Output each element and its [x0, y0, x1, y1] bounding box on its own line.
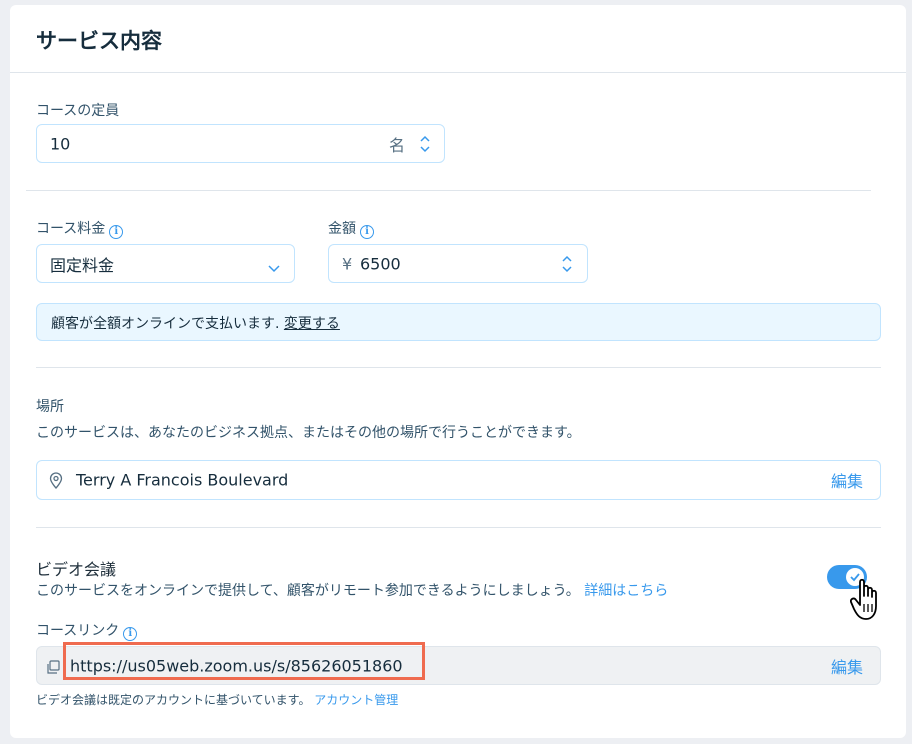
course-fee-label-text: コース料金 [36, 221, 106, 237]
page-title: サービス内容 [36, 29, 162, 53]
hand-cursor-icon [849, 574, 888, 628]
change-payment-link[interactable]: 変更する [284, 316, 340, 332]
divider [36, 367, 881, 368]
location-address: Terry A Francois Boulevard [76, 470, 289, 490]
payment-notice-text: 顧客が全額オンラインで支払います. [51, 316, 280, 332]
video-conference-title: ビデオ会議 [36, 560, 117, 579]
location-pin-icon [49, 472, 63, 493]
payment-notice: 顧客が全額オンラインで支払います. 変更する [36, 303, 881, 341]
info-icon[interactable]: i [123, 627, 138, 641]
chevron-down-icon [268, 258, 280, 277]
divider [26, 190, 871, 191]
amount-label-text: 金額 [328, 221, 356, 237]
course-link-label-text: コースリンク [36, 623, 120, 639]
footnote-text: ビデオ会議は既定のアカウントに基づいています。 [36, 693, 311, 707]
highlight-box [63, 642, 425, 680]
capacity-input[interactable]: 10 名 [36, 124, 445, 163]
video-conference-description: このサービスをオンラインで提供して、顧客がリモート参加できるようにしましょう。 … [36, 580, 668, 600]
card-header: サービス内容 [10, 5, 906, 73]
currency-symbol: ¥ [342, 254, 353, 273]
capacity-stepper-icon[interactable] [419, 133, 431, 155]
course-fee-label: コース料金 i [36, 218, 124, 239]
location-edit-button[interactable]: 編集 [831, 468, 863, 492]
account-management-link[interactable]: アカウント管理 [314, 693, 398, 707]
divider [36, 527, 881, 528]
capacity-value: 10 [50, 134, 71, 153]
course-link-label: コースリンク i [36, 620, 138, 641]
amount-stepper-icon[interactable] [561, 253, 573, 275]
course-fee-value: 固定料金 [50, 255, 115, 275]
amount-value: 6500 [360, 254, 401, 273]
service-details-card: サービス内容 [10, 5, 906, 738]
amount-label: 金額 i [328, 218, 374, 239]
video-footnote: ビデオ会議は既定のアカウントに基づいています。 アカウント管理 [36, 691, 398, 708]
details-link[interactable]: 詳細はこちら [584, 583, 668, 599]
course-link-edit-button[interactable]: 編集 [831, 654, 863, 678]
amount-input[interactable]: ¥ 6500 [328, 244, 588, 283]
info-icon[interactable]: i [360, 225, 374, 239]
video-description-text: このサービスをオンラインで提供して、顧客がリモート参加できるようにしましょう。 [36, 583, 580, 599]
capacity-label: コースの定員 [36, 103, 120, 119]
capacity-unit: 名 [389, 135, 406, 155]
info-icon[interactable]: i [109, 225, 124, 239]
course-fee-select[interactable]: 固定料金 [36, 244, 295, 283]
copy-icon[interactable] [46, 659, 60, 678]
location-field[interactable]: Terry A Francois Boulevard 編集 [36, 460, 881, 500]
location-title: 場所 [36, 399, 64, 415]
location-description: このサービスは、あなたのビジネス拠点、またはその他の場所で行うことができます。 [36, 425, 581, 441]
